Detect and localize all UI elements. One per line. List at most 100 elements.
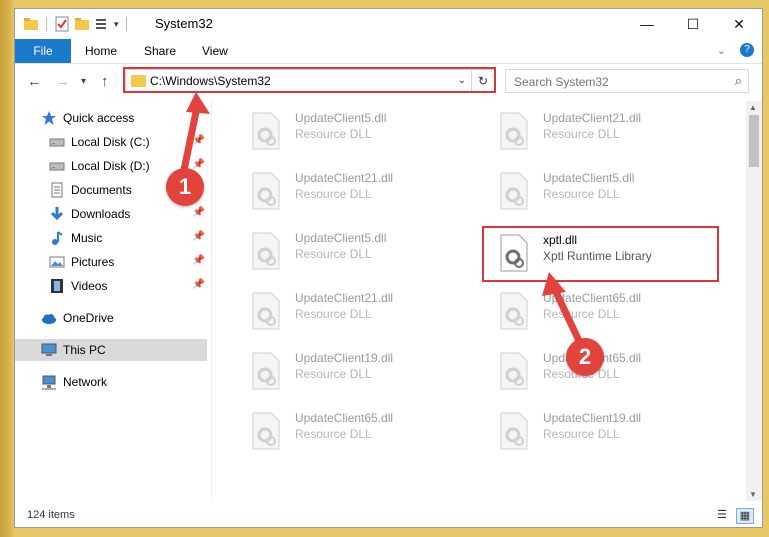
tab-share[interactable]: Share — [144, 44, 176, 58]
sidebar-item-this-pc[interactable]: This PC — [15, 339, 207, 361]
pin-icon[interactable]: 📌 — [193, 135, 205, 146]
list-item[interactable]: UpdateClient5.dll Resource DLL — [237, 107, 467, 153]
tab-home[interactable]: Home — [85, 44, 117, 58]
pin-icon[interactable]: 📌 — [193, 207, 205, 218]
quick-access-toolbar: ▾ — [23, 16, 130, 32]
sidebar-item-label: Local Disk (C:) — [71, 135, 150, 149]
sidebar-item-videos[interactable]: Videos 📌 — [49, 275, 211, 297]
window-controls: — ☐ ✕ — [624, 9, 762, 39]
tab-view[interactable]: View — [202, 44, 228, 58]
address-path[interactable]: C:\Windows\System32 — [150, 74, 271, 88]
recent-chevron-icon[interactable]: ▾ — [81, 76, 86, 87]
close-button[interactable]: ✕ — [716, 9, 762, 39]
search-input[interactable] — [506, 70, 726, 94]
drive-icon — [49, 134, 65, 150]
file-type: Resource DLL — [295, 127, 372, 141]
vertical-scrollbar[interactable]: ▲ ▼ — [746, 101, 762, 501]
list-item[interactable]: UpdateClient19.dll Resource DLL — [237, 347, 467, 393]
file-name: UpdateClient5.dll — [295, 231, 387, 245]
up-arrow-icon[interactable]: ↑ — [101, 73, 109, 90]
sidebar-item-label: Quick access — [63, 111, 135, 125]
file-type: Resource DLL — [543, 427, 620, 441]
refresh-icon[interactable]: ↻ — [471, 70, 494, 92]
sidebar-item-music[interactable]: Music 📌 — [49, 227, 211, 249]
qat-divider — [46, 17, 47, 31]
pictures-icon — [49, 254, 65, 270]
sidebar-item-label: Documents — [71, 183, 132, 197]
list-item[interactable]: UpdateClient19.dll Resource DLL — [485, 407, 715, 453]
pin-icon[interactable]: 📌 — [193, 231, 205, 242]
tab-file[interactable]: File — [15, 39, 71, 63]
file-type: Resource DLL — [543, 127, 620, 141]
file-type: Resource DLL — [295, 247, 372, 261]
list-item[interactable]: UpdateClient21.dll Resource DLL — [237, 167, 467, 213]
star-icon — [41, 110, 57, 126]
file-name: UpdateClient21.dll — [543, 111, 642, 125]
customize-icon[interactable] — [94, 16, 110, 32]
pin-icon[interactable]: 📌 — [193, 279, 205, 290]
status-bar: 124 items ☰ ▦ — [15, 505, 762, 527]
forward-arrow-icon[interactable]: → — [55, 73, 70, 90]
list-item[interactable]: UpdateClient21.dll Resource DLL — [485, 107, 715, 153]
videos-icon — [49, 278, 65, 294]
dll-file-icon — [495, 233, 531, 273]
list-item-xptl-dll[interactable]: xptl.dll Xptl Runtime Library — [485, 229, 715, 275]
step-badge-1: 1 — [166, 168, 204, 206]
back-arrow-icon[interactable]: ← — [27, 73, 42, 90]
file-type: Resource DLL — [295, 187, 372, 201]
sidebar-item-label: Pictures — [71, 255, 115, 269]
file-name: UpdateClient5.dll — [543, 171, 635, 185]
file-name: UpdateClient65.dll — [295, 411, 394, 425]
list-item[interactable]: UpdateClient65.dll Resource DLL — [485, 287, 715, 333]
list-item[interactable]: UpdateClient5.dll Resource DLL — [485, 167, 715, 213]
help-icon[interactable]: ? — [740, 43, 754, 57]
file-name: UpdateClient19.dll — [543, 411, 642, 425]
dll-file-icon — [247, 351, 283, 391]
sidebar-item-quick-access[interactable]: Quick access — [41, 107, 211, 129]
sidebar-item-label: Network — [63, 375, 108, 389]
title-bar: ▾ System32 — ☐ ✕ — [15, 9, 762, 39]
navigation-bar: ← → ▾ ↑ C:\Windows\System32 ⌄ ↻ ⌕ — [15, 67, 762, 95]
minimize-button[interactable]: — — [624, 9, 670, 39]
sidebar-item-pictures[interactable]: Pictures 📌 — [49, 251, 211, 273]
explorer-window: ▾ System32 — ☐ ✕ File Home Share View ⌄ … — [14, 8, 763, 528]
scrollbar-thumb[interactable] — [749, 115, 759, 167]
sidebar-item-downloads[interactable]: Downloads 📌 — [49, 203, 211, 225]
list-item[interactable]: UpdateClient21.dll Resource DLL — [237, 287, 467, 333]
address-bar[interactable]: C:\Windows\System32 ⌄ ↻ — [125, 69, 495, 93]
documents-icon — [49, 182, 65, 198]
folder-icon[interactable] — [23, 16, 39, 32]
file-type: Resource DLL — [295, 307, 372, 321]
dropdown-arrow-icon[interactable]: ▾ — [114, 19, 119, 30]
new-folder-icon[interactable] — [74, 16, 90, 32]
list-item[interactable]: UpdateClient5.dll Resource DLL — [237, 227, 467, 273]
sidebar-item-local-disk-c[interactable]: Local Disk (C:) 📌 — [49, 131, 211, 153]
dll-file-icon — [495, 351, 531, 391]
scroll-up-icon[interactable]: ▲ — [749, 103, 757, 112]
file-type: Resource DLL — [543, 307, 620, 321]
chevron-down-icon[interactable]: ⌄ — [717, 44, 726, 57]
step-badge-2: 2 — [566, 338, 604, 376]
downloads-icon — [49, 206, 65, 222]
file-name: UpdateClient5.dll — [295, 111, 387, 125]
pin-icon[interactable]: 📌 — [193, 255, 205, 266]
list-item[interactable]: UpdateClient65.dll Resource DLL — [237, 407, 467, 453]
details-view-icon[interactable]: ☰ — [714, 508, 730, 522]
scroll-down-icon[interactable]: ▼ — [749, 490, 757, 499]
properties-check-icon[interactable] — [54, 16, 70, 32]
sidebar-item-label: Local Disk (D:) — [71, 159, 150, 173]
search-box[interactable]: ⌕ — [505, 69, 749, 94]
tiles-view-icon[interactable]: ▦ — [736, 508, 754, 524]
search-icon[interactable]: ⌕ — [735, 73, 742, 89]
maximize-button[interactable]: ☐ — [670, 9, 716, 39]
pin-icon[interactable]: 📌 — [193, 159, 205, 170]
file-type: Resource DLL — [543, 187, 620, 201]
sidebar-item-network[interactable]: Network — [41, 371, 211, 393]
sidebar-item-label: OneDrive — [63, 311, 114, 325]
chevron-down-icon[interactable]: ⌄ — [458, 75, 466, 86]
file-name: xptl.dll — [543, 233, 578, 247]
sidebar-item-onedrive[interactable]: OneDrive — [41, 307, 211, 329]
file-name: UpdateClient65.dll — [543, 291, 642, 305]
computer-icon — [41, 342, 57, 358]
file-type: Xptl Runtime Library — [543, 249, 652, 263]
